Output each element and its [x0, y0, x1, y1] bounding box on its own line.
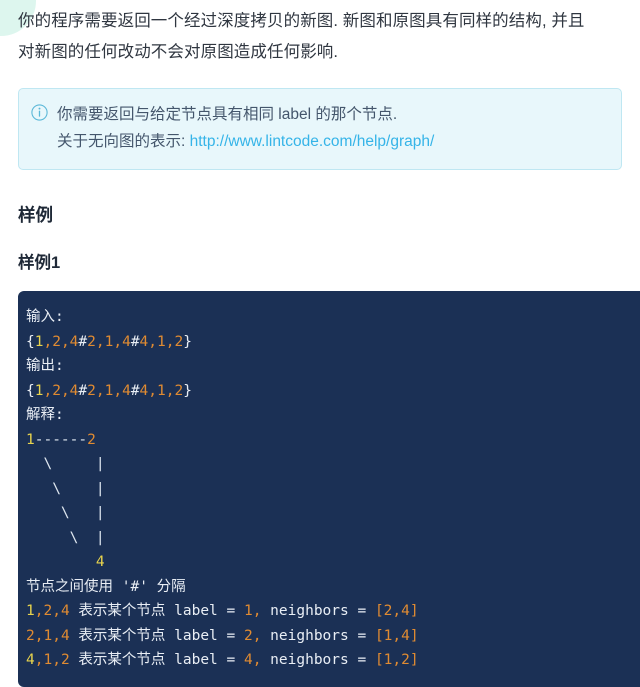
code-separator-note: 节点之间使用 '#' 分隔: [26, 578, 186, 595]
info-note-line-2-prefix: 关于无向图的表示:: [57, 133, 190, 150]
info-note-text: 你需要返回与给定节点具有相同 label 的那个节点. 关于无向图的表示: ht…: [57, 101, 434, 155]
info-note-box: 你需要返回与给定节点具有相同 label 的那个节点. 关于无向图的表示: ht…: [18, 88, 622, 170]
node-row-1: 1,2,4 表示某个节点 label = 1, neighbors = [2,4…: [26, 603, 419, 619]
info-circle-icon: [31, 104, 48, 121]
ascii-art-graph: 1------2 \ | \ | \ | \ | 4: [26, 431, 105, 571]
code-label-output: 输出:: [26, 358, 64, 374]
problem-description-page: 你的程序需要返回一个经过深度拷贝的新图. 新图和原图具有同样的结构, 并且 对新…: [0, 0, 640, 687]
node-row-2: 2,1,4 表示某个节点 label = 2, neighbors = [1,4…: [26, 627, 419, 644]
node-row-3: 4,1,2 表示某个节点 label = 4, neighbors = [1,2…: [26, 652, 419, 668]
intro-line-2: 对新图的任何改动不会对原图造成任何影响.: [18, 43, 339, 61]
intro-line-1: 你的程序需要返回一个经过深度拷贝的新图. 新图和原图具有同样的结构, 并且: [18, 12, 585, 30]
intro-paragraph: 你的程序需要返回一个经过深度拷贝的新图. 新图和原图具有同样的结构, 并且 对新…: [0, 0, 640, 68]
graph-representation-link[interactable]: http://www.lintcode.com/help/graph/: [190, 133, 435, 150]
code-label-input: 输入:: [26, 309, 64, 325]
example-heading-1: 样例1: [18, 254, 61, 272]
code-label-explanation: 解释:: [26, 407, 64, 423]
example-code-block: 输入: {1,2,4#2,1,4#4,1,2} 输出: {1,2,4#2,1,4…: [18, 291, 640, 687]
section-heading-examples: 样例: [18, 205, 53, 225]
code-value-input: {1,2,4#2,1,4#4,1,2}: [26, 333, 192, 350]
code-value-output: {1,2,4#2,1,4#4,1,2}: [26, 382, 192, 399]
info-note-line-1: 你需要返回与给定节点具有相同 label 的那个节点.: [57, 106, 398, 123]
code-content: 输入: {1,2,4#2,1,4#4,1,2} 输出: {1,2,4#2,1,4…: [26, 305, 640, 673]
info-note-line-2: 关于无向图的表示: http://www.lintcode.com/help/g…: [57, 128, 434, 155]
